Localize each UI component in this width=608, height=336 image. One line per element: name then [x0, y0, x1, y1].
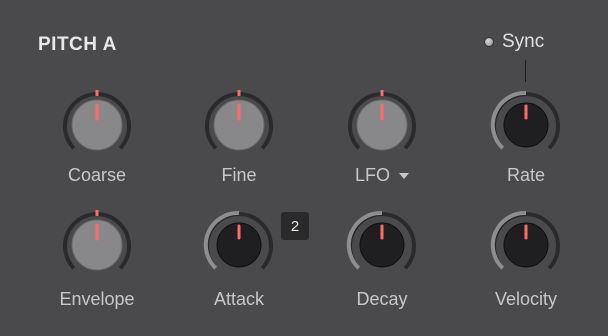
pitch-a-panel: PITCH A Sync Coarse Fine LFO Rate Envelo… [0, 0, 608, 336]
decay-knob[interactable] [345, 208, 419, 282]
sync-toggle[interactable]: Sync [484, 31, 544, 53]
lfo-dropdown[interactable]: LFO [317, 165, 447, 186]
coarse-knob[interactable] [60, 88, 134, 162]
sync-led-icon [484, 37, 494, 47]
envelope-knob[interactable] [60, 208, 134, 282]
envelope-label: Envelope [59, 289, 135, 309]
attack-knob[interactable] [202, 208, 276, 282]
fine-label: Fine [221, 165, 257, 185]
lfo-knob[interactable] [345, 88, 419, 162]
sync-connector-line [525, 60, 526, 82]
rate-label: Rate [506, 165, 546, 185]
velocity-knob[interactable] [489, 208, 563, 282]
lfo-label: LFO [354, 165, 390, 185]
panel-title: PITCH A [38, 34, 117, 55]
caret-down-icon [399, 173, 410, 180]
decay-label: Decay [356, 289, 408, 309]
fine-knob[interactable] [202, 88, 276, 162]
velocity-label: Velocity [494, 289, 558, 309]
attack-mod-badge: 2 [281, 212, 309, 240]
sync-label: Sync [502, 31, 545, 52]
attack-label: Attack [213, 289, 265, 309]
rate-knob[interactable] [489, 88, 563, 162]
coarse-label: Coarse [67, 165, 127, 185]
